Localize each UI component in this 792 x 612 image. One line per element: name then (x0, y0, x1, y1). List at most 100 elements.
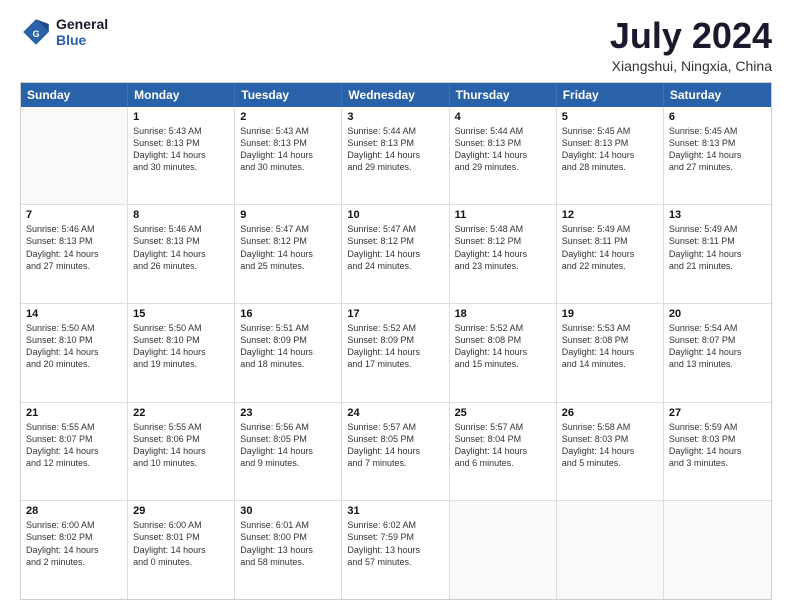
calendar-cell: 6 Sunrise: 5:45 AM Sunset: 8:13 PM Daylig… (664, 107, 771, 205)
calendar-cell (557, 501, 664, 599)
day-number: 8 (133, 209, 229, 221)
day-info: Sunrise: 5:44 AM Sunset: 8:13 PM Dayligh… (347, 125, 443, 174)
calendar-cell: 20Sunrise: 5:54 AM Sunset: 8:07 PM Dayli… (664, 304, 771, 402)
calendar-cell: 26Sunrise: 5:58 AM Sunset: 8:03 PM Dayli… (557, 403, 664, 501)
logo-text: General Blue (56, 16, 108, 48)
day-info: Sunrise: 5:45 AM Sunset: 8:13 PM Dayligh… (669, 125, 766, 174)
calendar-cell: 18 Sunrise: 5:52 AM Sunset: 8:08 PM Dayli… (450, 304, 557, 402)
calendar-cell: 25 Sunrise: 5:57 AM Sunset: 8:04 PM Dayli… (450, 403, 557, 501)
calendar-cell: 28 Sunrise: 6:00 AM Sunset: 8:02 PM Dayli… (21, 501, 128, 599)
calendar-cell: 14 Sunrise: 5:50 AM Sunset: 8:10 PM Dayli… (21, 304, 128, 402)
day-info: Sunrise: 5:49 AM Sunset: 8:11 PM Dayligh… (562, 223, 658, 272)
day-info: Sunrise: 6:01 AM Sunset: 8:00 PM Dayligh… (240, 519, 336, 568)
calendar-cell: 31 Sunrise: 6:02 AM Sunset: 7:59 PM Dayli… (342, 501, 449, 599)
header-day-saturday: Saturday (664, 83, 771, 107)
day-number: 6 (669, 111, 766, 123)
header-day-friday: Friday (557, 83, 664, 107)
day-info: Sunrise: 5:47 AM Sunset: 8:12 PM Dayligh… (240, 223, 336, 272)
day-info: Sunrise: 5:46 AM Sunset: 8:13 PM Dayligh… (133, 223, 229, 272)
calendar-cell: 24 Sunrise: 5:57 AM Sunset: 8:05 PM Dayli… (342, 403, 449, 501)
day-number: 3 (347, 111, 443, 123)
calendar-cell: 15 Sunrise: 5:50 AM Sunset: 8:10 PM Dayli… (128, 304, 235, 402)
calendar-cell (21, 107, 128, 205)
day-number: 21 (26, 407, 122, 419)
day-number: 25 (455, 407, 551, 419)
header-day-sunday: Sunday (21, 83, 128, 107)
day-number: 15 (133, 308, 229, 320)
day-number: 24 (347, 407, 443, 419)
calendar-cell: 8 Sunrise: 5:46 AM Sunset: 8:13 PM Daylig… (128, 205, 235, 303)
day-info: Sunrise: 5:53 AM Sunset: 8:08 PM Dayligh… (562, 322, 658, 371)
day-info: Sunrise: 5:43 AM Sunset: 8:13 PM Dayligh… (133, 125, 229, 174)
day-number: 18 (455, 308, 551, 320)
calendar-cell: 5 Sunrise: 5:45 AM Sunset: 8:13 PM Daylig… (557, 107, 664, 205)
calendar-cell: 10Sunrise: 5:47 AM Sunset: 8:12 PM Dayli… (342, 205, 449, 303)
calendar-cell: 22 Sunrise: 5:55 AM Sunset: 8:06 PM Dayli… (128, 403, 235, 501)
calendar-cell (664, 501, 771, 599)
calendar-cell: 7 Sunrise: 5:46 AM Sunset: 8:13 PM Daylig… (21, 205, 128, 303)
day-number: 29 (133, 505, 229, 517)
day-info: Sunrise: 5:58 AM Sunset: 8:03 PM Dayligh… (562, 421, 658, 470)
day-info: Sunrise: 5:46 AM Sunset: 8:13 PM Dayligh… (26, 223, 122, 272)
day-number: 7 (26, 209, 122, 221)
day-number: 31 (347, 505, 443, 517)
day-number: 2 (240, 111, 336, 123)
calendar-row-0: 1 Sunrise: 5:43 AM Sunset: 8:13 PM Daylig… (21, 107, 771, 205)
header-day-tuesday: Tuesday (235, 83, 342, 107)
calendar-row-4: 28 Sunrise: 6:00 AM Sunset: 8:02 PM Dayli… (21, 500, 771, 599)
day-number: 30 (240, 505, 336, 517)
day-number: 5 (562, 111, 658, 123)
header: G General Blue July 2024 Xiangshui, Ning… (20, 16, 772, 74)
calendar-cell: 9Sunrise: 5:47 AM Sunset: 8:12 PM Daylig… (235, 205, 342, 303)
day-info: Sunrise: 5:43 AM Sunset: 8:13 PM Dayligh… (240, 125, 336, 174)
header-day-thursday: Thursday (450, 83, 557, 107)
day-info: Sunrise: 5:57 AM Sunset: 8:04 PM Dayligh… (455, 421, 551, 470)
logo: G General Blue (20, 16, 108, 48)
calendar-cell: 16 Sunrise: 5:51 AM Sunset: 8:09 PM Dayli… (235, 304, 342, 402)
day-number: 22 (133, 407, 229, 419)
page: G General Blue July 2024 Xiangshui, Ning… (0, 0, 792, 612)
day-info: Sunrise: 5:44 AM Sunset: 8:13 PM Dayligh… (455, 125, 551, 174)
day-info: Sunrise: 5:57 AM Sunset: 8:05 PM Dayligh… (347, 421, 443, 470)
day-number: 17 (347, 308, 443, 320)
calendar-body: 1 Sunrise: 5:43 AM Sunset: 8:13 PM Daylig… (21, 107, 771, 599)
calendar-cell: 27Sunrise: 5:59 AM Sunset: 8:03 PM Dayli… (664, 403, 771, 501)
day-info: Sunrise: 6:00 AM Sunset: 8:02 PM Dayligh… (26, 519, 122, 568)
calendar-cell: 11Sunrise: 5:48 AM Sunset: 8:12 PM Dayli… (450, 205, 557, 303)
day-info: Sunrise: 5:45 AM Sunset: 8:13 PM Dayligh… (562, 125, 658, 174)
day-info: Sunrise: 5:50 AM Sunset: 8:10 PM Dayligh… (133, 322, 229, 371)
calendar-cell: 2 Sunrise: 5:43 AM Sunset: 8:13 PM Daylig… (235, 107, 342, 205)
day-number: 11 (455, 209, 551, 221)
title-block: July 2024 Xiangshui, Ningxia, China (610, 16, 772, 74)
header-day-wednesday: Wednesday (342, 83, 449, 107)
day-info: Sunrise: 5:47 AM Sunset: 8:12 PM Dayligh… (347, 223, 443, 272)
day-number: 14 (26, 308, 122, 320)
day-info: Sunrise: 5:52 AM Sunset: 8:08 PM Dayligh… (455, 322, 551, 371)
day-number: 4 (455, 111, 551, 123)
day-info: Sunrise: 5:55 AM Sunset: 8:06 PM Dayligh… (133, 421, 229, 470)
day-number: 23 (240, 407, 336, 419)
header-day-monday: Monday (128, 83, 235, 107)
day-number: 12 (562, 209, 658, 221)
calendar-cell: 4 Sunrise: 5:44 AM Sunset: 8:13 PM Daylig… (450, 107, 557, 205)
day-info: Sunrise: 5:56 AM Sunset: 8:05 PM Dayligh… (240, 421, 336, 470)
calendar-cell: 3 Sunrise: 5:44 AM Sunset: 8:13 PM Daylig… (342, 107, 449, 205)
calendar-cell: 12 Sunrise: 5:49 AM Sunset: 8:11 PM Dayli… (557, 205, 664, 303)
day-info: Sunrise: 5:49 AM Sunset: 8:11 PM Dayligh… (669, 223, 766, 272)
calendar-cell: 19Sunrise: 5:53 AM Sunset: 8:08 PM Dayli… (557, 304, 664, 402)
calendar-cell: 21Sunrise: 5:55 AM Sunset: 8:07 PM Dayli… (21, 403, 128, 501)
day-info: Sunrise: 5:50 AM Sunset: 8:10 PM Dayligh… (26, 322, 122, 371)
calendar-cell: 23 Sunrise: 5:56 AM Sunset: 8:05 PM Dayli… (235, 403, 342, 501)
main-title: July 2024 (610, 16, 772, 56)
day-number: 16 (240, 308, 336, 320)
day-info: Sunrise: 6:00 AM Sunset: 8:01 PM Dayligh… (133, 519, 229, 568)
day-number: 20 (669, 308, 766, 320)
day-info: Sunrise: 5:52 AM Sunset: 8:09 PM Dayligh… (347, 322, 443, 371)
day-info: Sunrise: 5:51 AM Sunset: 8:09 PM Dayligh… (240, 322, 336, 371)
day-info: Sunrise: 6:02 AM Sunset: 7:59 PM Dayligh… (347, 519, 443, 568)
day-number: 1 (133, 111, 229, 123)
calendar-cell: 29 Sunrise: 6:00 AM Sunset: 8:01 PM Dayli… (128, 501, 235, 599)
calendar-cell: 1 Sunrise: 5:43 AM Sunset: 8:13 PM Daylig… (128, 107, 235, 205)
day-number: 28 (26, 505, 122, 517)
day-number: 13 (669, 209, 766, 221)
